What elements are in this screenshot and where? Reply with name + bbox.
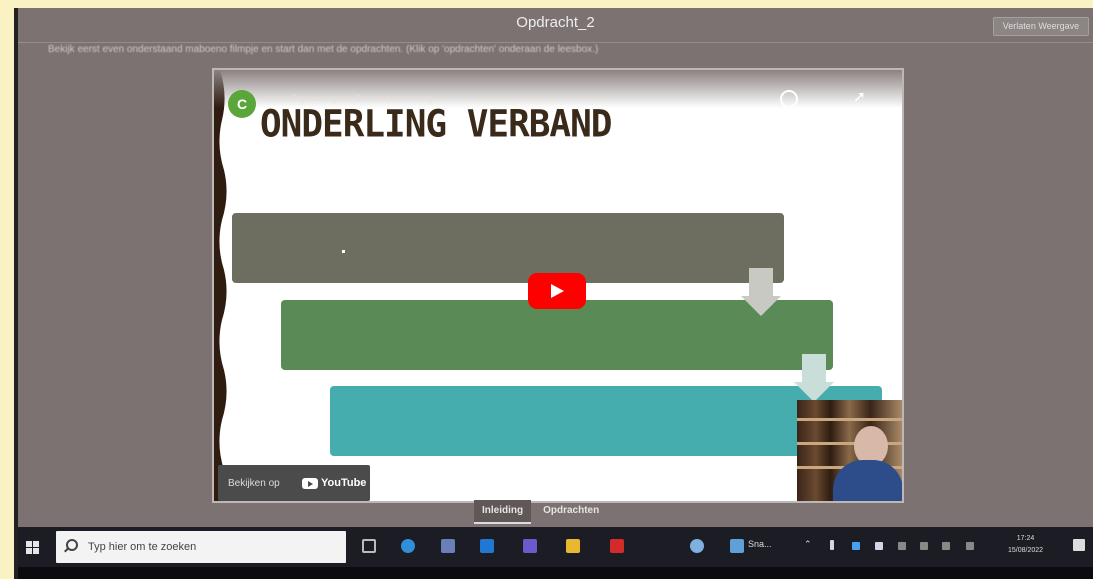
clock-date: 15/08/2022 — [1008, 547, 1044, 554]
window-title: Opdracht_2 — [516, 14, 595, 31]
film-strip-border — [214, 70, 227, 501]
share-icon[interactable]: ➚ — [853, 87, 866, 107]
watch-later-icon[interactable] — [780, 90, 798, 108]
youtube-logo-text: YouTube — [321, 477, 367, 489]
mouse-cursor — [342, 250, 345, 253]
taskbar-search-box[interactable]: Typ hier om te zoeken — [56, 531, 346, 563]
watch-on-youtube-link[interactable]: Bekijken op YouTube — [218, 465, 370, 501]
webcam-overlay — [797, 400, 902, 501]
battery-icon[interactable] — [830, 540, 834, 550]
app-icon[interactable] — [690, 539, 704, 553]
video-subtitle: Inhoud: Organisatiegroep Onderling Verba… — [262, 94, 432, 103]
channel-avatar[interactable]: C — [228, 90, 256, 118]
acrobat-icon[interactable] — [610, 539, 624, 553]
taskbar-clock[interactable]: 17:24 15/08/2022 — [1008, 533, 1043, 557]
bottom-strip — [18, 567, 1093, 579]
video-heading: ONDERLING VERBAND — [260, 102, 612, 147]
task-view-icon[interactable] — [362, 539, 376, 553]
tab-opdrachten[interactable]: Opdrachten — [535, 500, 607, 522]
chevron-up-icon[interactable]: ⌃ — [804, 539, 812, 550]
exit-view-button[interactable]: Verlaten Weergave — [993, 17, 1089, 36]
app-icon[interactable] — [441, 539, 455, 553]
tab-inleiding[interactable]: Inleiding — [474, 500, 532, 524]
youtube-logo: YouTube — [302, 477, 366, 489]
search-icon — [66, 539, 78, 551]
display-icon[interactable] — [898, 542, 906, 550]
diagram-bar-gray — [232, 213, 784, 283]
down-arrow-icon — [794, 354, 834, 402]
title-divider — [18, 42, 1093, 43]
watch-on-label: Bekijken op — [228, 478, 280, 489]
notifications-icon[interactable] — [1073, 539, 1085, 551]
youtube-play-button[interactable] — [528, 273, 586, 309]
app-label[interactable]: Sna... — [748, 539, 772, 549]
youtube-logo-icon — [302, 477, 318, 489]
windows-taskbar: Typ hier om te zoeken Sna... ⌃ 17:24 15/… — [18, 527, 1093, 567]
windows-start-icon[interactable] — [26, 541, 39, 554]
down-arrow-icon — [741, 268, 781, 316]
embedded-video-player[interactable]: C Inhoud: Organisatiegroep Onderling Ver… — [212, 68, 904, 503]
file-explorer-icon[interactable] — [566, 539, 580, 553]
search-placeholder: Typ hier om te zoeken — [88, 541, 197, 553]
speaker-icon[interactable] — [920, 542, 928, 550]
snipping-tool-icon[interactable] — [730, 539, 744, 553]
teams-icon[interactable] — [523, 539, 537, 553]
outlook-icon[interactable] — [480, 539, 494, 553]
person-body — [833, 460, 902, 501]
clock-time: 17:24 — [1016, 535, 1035, 542]
instruction-text: Bekijk eerst even onderstaand maboeno fi… — [48, 44, 599, 55]
app-window: Opdracht_2 Verlaten Weergave Bekijk eers… — [18, 8, 1093, 579]
network-icon[interactable] — [875, 542, 883, 550]
edge-browser-icon[interactable] — [401, 539, 415, 553]
bookshelf — [797, 418, 902, 421]
cloud-icon[interactable] — [852, 542, 860, 550]
content-tabs: Inleiding Opdrachten — [474, 500, 607, 524]
language-icon[interactable] — [942, 542, 950, 550]
keyboard-icon[interactable] — [966, 542, 974, 550]
